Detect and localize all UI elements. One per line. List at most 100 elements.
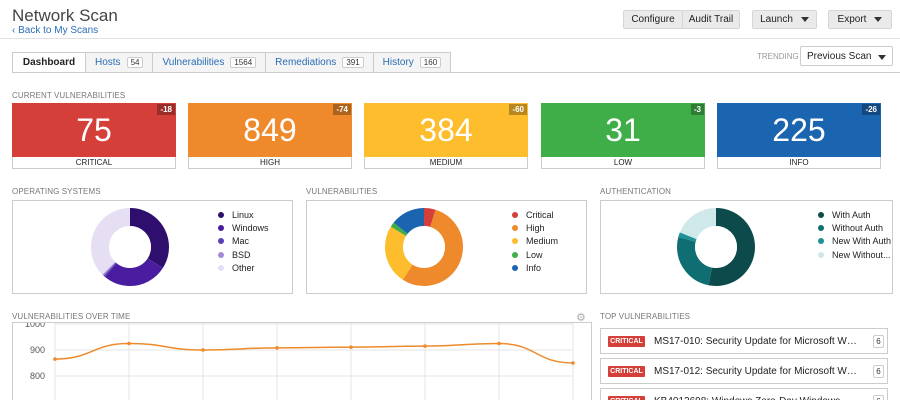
configure-button[interactable]: Configure	[623, 10, 683, 29]
legend-item[interactable]: Other	[218, 262, 269, 275]
data-point[interactable]	[201, 348, 205, 352]
data-point[interactable]	[349, 345, 353, 349]
legend-label: Low	[526, 249, 543, 260]
legend-item[interactable]: Low	[512, 248, 558, 261]
legend-item[interactable]: Info	[512, 262, 558, 275]
data-point[interactable]	[497, 341, 501, 346]
legend-item[interactable]: BSD	[218, 248, 269, 261]
host-count-badge: 6	[873, 334, 884, 348]
legend-label: Critical	[526, 209, 554, 220]
operating-systems-donut	[91, 208, 169, 286]
data-point[interactable]	[127, 341, 131, 346]
operating-systems-panel: Linux Windows Mac BSD Other	[12, 200, 293, 294]
severity-card-critical[interactable]: 75 -18 CRITICAL	[12, 103, 176, 169]
vulnerabilities-label: VULNERABILITIES	[306, 187, 378, 196]
legend-item[interactable]: Linux	[218, 208, 269, 221]
severity-name: LOW	[613, 158, 633, 167]
configure-label: Configure	[631, 14, 675, 25]
legend-item[interactable]: High	[512, 221, 558, 234]
export-label: Export	[837, 14, 867, 25]
tab-vulnerabilities[interactable]: Vulnerabilities 1564	[153, 52, 267, 73]
legend-item[interactable]: Medium	[512, 235, 558, 248]
severity-count-box: 225	[717, 103, 881, 157]
top-vulnerability-row[interactable]: CRITICAL MS17-010: Security Update for Mi…	[600, 328, 888, 354]
tab-dashboard[interactable]: Dashboard	[12, 52, 86, 73]
severity-delta-badge: -3	[690, 104, 704, 115]
authentication-legend: With Auth Without Auth New With Auth New Wi…	[818, 208, 891, 262]
severity-badge: CRITICAL	[608, 365, 645, 377]
legend-label: BSD	[232, 249, 251, 260]
host-count-badge: 6	[873, 394, 884, 400]
tab-count-badge: 391	[342, 57, 364, 68]
tab-label: History	[382, 57, 414, 68]
severity-count: 384	[419, 111, 473, 148]
legend-dot-icon	[818, 251, 824, 258]
legend-item[interactable]: With Auth	[818, 208, 891, 221]
vulnerability-name: KB4012698: Windows Zero-Day Windows Serv…	[654, 396, 859, 400]
legend-label: Without Auth	[832, 223, 884, 234]
vulnerabilities-donut	[385, 208, 463, 286]
legend-label: Medium	[526, 236, 559, 247]
severity-card-low[interactable]: 31 -3 LOW	[541, 103, 705, 169]
tab-count-badge: 1564	[230, 57, 257, 68]
tab-remediations[interactable]: Remediations 391	[266, 52, 374, 73]
legend-label: Windows	[232, 223, 269, 234]
tab-label: Remediations	[275, 57, 337, 68]
legend-dot-icon	[218, 238, 224, 245]
caret-down-icon	[878, 55, 886, 60]
vulnerability-name: MS17-010: Security Update for Microsoft …	[654, 335, 859, 347]
authentication-label: AUTHENTICATION	[600, 187, 672, 196]
legend-dot-icon	[818, 238, 824, 245]
severity-card-info[interactable]: 225 -26 INFO	[717, 103, 881, 169]
legend-item[interactable]: Mac	[218, 235, 269, 248]
severity-card-medium[interactable]: 384 -60 MEDIUM	[364, 103, 528, 169]
page-title: Network Scan	[12, 6, 118, 25]
severity-name: INFO	[789, 158, 809, 167]
top-vulnerabilities-label: TOP VULNERABILITIES	[600, 312, 691, 321]
tab-label: Vulnerabilities	[162, 57, 225, 68]
legend-label: New Without...	[832, 249, 891, 260]
authentication-panel: With Auth Without Auth New With Auth New Wi…	[600, 200, 893, 294]
launch-label: Launch	[760, 14, 793, 25]
vulnerabilities-panel: Critical High Medium Low Info	[306, 200, 587, 294]
y-tick-label: 1000	[25, 323, 45, 329]
legend-item[interactable]: New With Auth	[818, 235, 891, 248]
legend-label: Info	[526, 263, 542, 274]
severity-delta-badge: -74	[333, 104, 351, 115]
severity-delta-badge: -26	[862, 104, 880, 115]
donut-hole	[109, 226, 151, 268]
export-button[interactable]: Export	[828, 10, 892, 29]
legend-label: Linux	[232, 209, 254, 220]
trending-label: TRENDING	[757, 52, 799, 61]
legend-item[interactable]: New Without...	[818, 248, 891, 261]
tab-hosts[interactable]: Hosts 54	[86, 52, 154, 73]
legend-item[interactable]: Windows	[218, 221, 269, 234]
data-point[interactable]	[53, 357, 57, 361]
legend-item[interactable]: Without Auth	[818, 221, 891, 234]
data-point[interactable]	[275, 346, 279, 350]
data-point[interactable]	[571, 361, 575, 365]
severity-count-box: 384	[364, 103, 528, 157]
current-vulnerabilities-label: CURRENT VULNERABILITIES	[12, 91, 126, 100]
vulns-over-time-panel: 1000 900 800	[12, 319, 592, 400]
tab-history[interactable]: History 160	[373, 52, 452, 73]
legend-dot-icon	[818, 225, 824, 232]
severity-card-high[interactable]: 849 -74 HIGH	[188, 103, 352, 169]
audit-trail-button[interactable]: Audit Trail	[682, 10, 740, 29]
caret-down-icon	[874, 17, 883, 22]
legend-dot-icon	[818, 211, 824, 218]
legend-label: New With Auth	[832, 236, 892, 247]
top-vulnerability-row[interactable]: CRITICAL KB4012698: Windows Zero-Day Wind…	[600, 388, 888, 400]
legend-item[interactable]: Critical	[512, 208, 558, 221]
tab-label: Dashboard	[22, 57, 76, 68]
launch-button[interactable]: Launch	[752, 10, 817, 29]
severity-badge: CRITICAL	[608, 335, 645, 347]
top-vulnerability-row[interactable]: CRITICAL MS17-012: Security Update for Mi…	[600, 358, 888, 384]
trending-select[interactable]: Previous Scan	[800, 46, 893, 66]
severity-count-box: 849	[188, 103, 352, 157]
header-divider	[0, 38, 900, 39]
donut-hole	[403, 226, 445, 268]
data-point[interactable]	[423, 344, 427, 348]
back-link[interactable]: ‹ Back to My Scans	[12, 25, 98, 36]
host-count-badge: 6	[873, 364, 884, 378]
